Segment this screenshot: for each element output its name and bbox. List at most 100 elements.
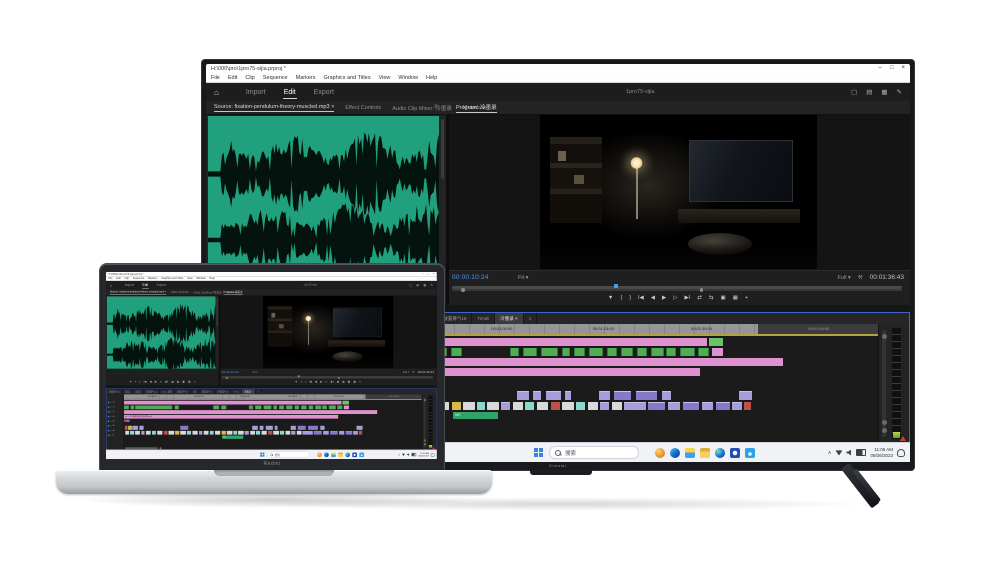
source-monitor-panel[interactable]	[106, 296, 219, 369]
timeline-clip[interactable]	[562, 348, 570, 356]
menu-view[interactable]: View	[187, 277, 193, 280]
loop-button[interactable]: ⇄	[171, 381, 173, 384]
timeline-clip[interactable]	[600, 402, 609, 410]
timeline-clip[interactable]	[273, 405, 277, 409]
menu-markers[interactable]: Markers	[148, 277, 157, 280]
add-marker-button[interactable]: ▼	[295, 381, 298, 384]
timeline-clip[interactable]	[125, 431, 129, 435]
export-frame-button[interactable]: ▦	[733, 295, 738, 301]
current-timecode[interactable]: 00:00:10:24	[452, 274, 489, 281]
timeline-clip[interactable]	[621, 348, 634, 356]
timeline-clip[interactable]	[517, 391, 530, 400]
settings-wrench-icon[interactable]: ⚒	[858, 275, 863, 281]
menu-edit[interactable]: Edit	[228, 75, 237, 81]
timeline-clip[interactable]	[130, 405, 134, 409]
quick-export-icon[interactable]: ▢	[851, 88, 857, 96]
timeline-clip[interactable]	[291, 431, 295, 435]
menu-file[interactable]: File	[108, 277, 112, 280]
panel-tab[interactable]: Audio Clip Mixer: 冷墨录	[194, 291, 222, 295]
timeline-clip[interactable]	[666, 348, 676, 356]
menu-window[interactable]: Window	[196, 277, 205, 280]
start-button[interactable]	[534, 448, 543, 457]
timeline-clip[interactable]	[273, 431, 278, 435]
timeline-clip[interactable]	[337, 405, 342, 409]
step-forward-button[interactable]: ▷	[326, 381, 328, 384]
step-back-button[interactable]: ◀	[651, 295, 655, 301]
menu-file[interactable]: File	[211, 75, 220, 81]
workspace-tab-import[interactable]: Import	[245, 86, 267, 99]
timeline-clip[interactable]	[702, 402, 713, 410]
button-editor-button[interactable]: +	[745, 295, 748, 301]
playhead-handle[interactable]	[614, 284, 618, 288]
timeline-clip[interactable]	[130, 431, 134, 435]
menu-clip[interactable]: Clip	[124, 277, 128, 280]
loop-button[interactable]: ⇄	[697, 295, 702, 301]
workspaces-icon[interactable]: ▤	[866, 88, 872, 96]
extract-button[interactable]: ▣	[720, 295, 725, 301]
timeline-clip[interactable]	[309, 405, 314, 409]
timeline-clip[interactable]	[353, 431, 358, 435]
mark-in-button[interactable]: {	[301, 381, 302, 384]
play-button[interactable]: ▶	[155, 381, 157, 384]
timeline-clip[interactable]	[263, 405, 271, 409]
audio-waveform[interactable]	[107, 296, 216, 368]
timeline-clip[interactable]	[297, 431, 302, 435]
workspaces-icon[interactable]: ▤	[416, 283, 419, 287]
extract-button[interactable]: ▣	[182, 381, 184, 384]
timeline-clip[interactable]	[314, 431, 322, 435]
menu-help[interactable]: Help	[209, 277, 214, 280]
go-to-out-button[interactable]: ▶I	[331, 381, 334, 384]
explorer-app-icon[interactable]	[331, 452, 336, 457]
timeline-clip[interactable]	[744, 402, 752, 410]
lift-button[interactable]: ⇆	[709, 295, 714, 301]
folder-app-icon[interactable]	[700, 448, 710, 458]
timeline-clip[interactable]	[637, 348, 647, 356]
timeline-clip[interactable]	[234, 431, 238, 435]
go-to-in-button[interactable]: I◀	[144, 381, 147, 384]
go-to-in-button[interactable]: I◀	[309, 381, 312, 384]
timeline-clip[interactable]	[199, 431, 203, 435]
timeline-clip[interactable]	[344, 405, 349, 409]
sequence-tab[interactable]: Timeli	[472, 313, 495, 324]
track-header[interactable]: A4	[106, 429, 123, 433]
timeline-clip[interactable]	[668, 402, 681, 410]
timeline-clip[interactable]	[323, 431, 329, 435]
panel-menu-icon[interactable]: ≡	[434, 104, 438, 110]
timeline-clip[interactable]	[651, 348, 664, 356]
timeline-clip[interactable]	[256, 431, 260, 435]
zoom-knob-left[interactable]	[226, 377, 228, 379]
close-button[interactable]: ×	[433, 272, 435, 276]
timeline-clip[interactable]	[683, 402, 699, 410]
track-toggle-icon[interactable]	[108, 411, 109, 412]
panel-divider[interactable]	[446, 115, 449, 305]
mark-out-button[interactable]: }	[305, 381, 306, 384]
button-editor-button[interactable]: +	[359, 381, 361, 384]
timeline-clip[interactable]	[343, 401, 350, 405]
timeline-clip[interactable]	[245, 431, 249, 435]
timeline-clip[interactable]	[294, 405, 299, 409]
taskbar-search[interactable]: 搜索	[267, 452, 309, 458]
menu-graphics-and-titles[interactable]: Graphics and Titles	[161, 277, 183, 280]
zoom-bar[interactable]	[452, 289, 902, 291]
timeline-panel[interactable]: 放置尊气(1)用花x用花2放置尊气14yihou.尊置放置尊气162首放置尊气1…	[106, 389, 437, 451]
track-toggle-icon[interactable]	[108, 434, 109, 435]
timeline-clip[interactable]	[124, 410, 377, 414]
vscroll-knob[interactable]	[882, 428, 887, 433]
panel-menu-icon[interactable]: ≡	[213, 291, 215, 294]
fit-dropdown[interactable]: Fit ▾	[253, 371, 258, 374]
zoom-bar[interactable]	[222, 378, 434, 379]
timeline-clip[interactable]	[204, 431, 209, 435]
edge-app-icon[interactable]	[324, 452, 329, 457]
start-button[interactable]	[260, 452, 264, 456]
timeline-clip[interactable]	[213, 405, 219, 409]
home-icon[interactable]: ⌂	[214, 88, 219, 97]
panel-grid-icon[interactable]: ▦	[881, 88, 887, 96]
volume-icon[interactable]	[407, 453, 410, 456]
track-toggle-icon[interactable]	[108, 406, 109, 407]
edge-app-icon[interactable]	[670, 448, 680, 458]
resolution-dropdown[interactable]: Full ▾	[403, 371, 409, 374]
timeline-clip[interactable]	[541, 348, 559, 356]
timeline-clip[interactable]	[164, 431, 168, 435]
vscroll-knob[interactable]	[423, 443, 425, 445]
timeline-clip[interactable]	[301, 405, 307, 409]
